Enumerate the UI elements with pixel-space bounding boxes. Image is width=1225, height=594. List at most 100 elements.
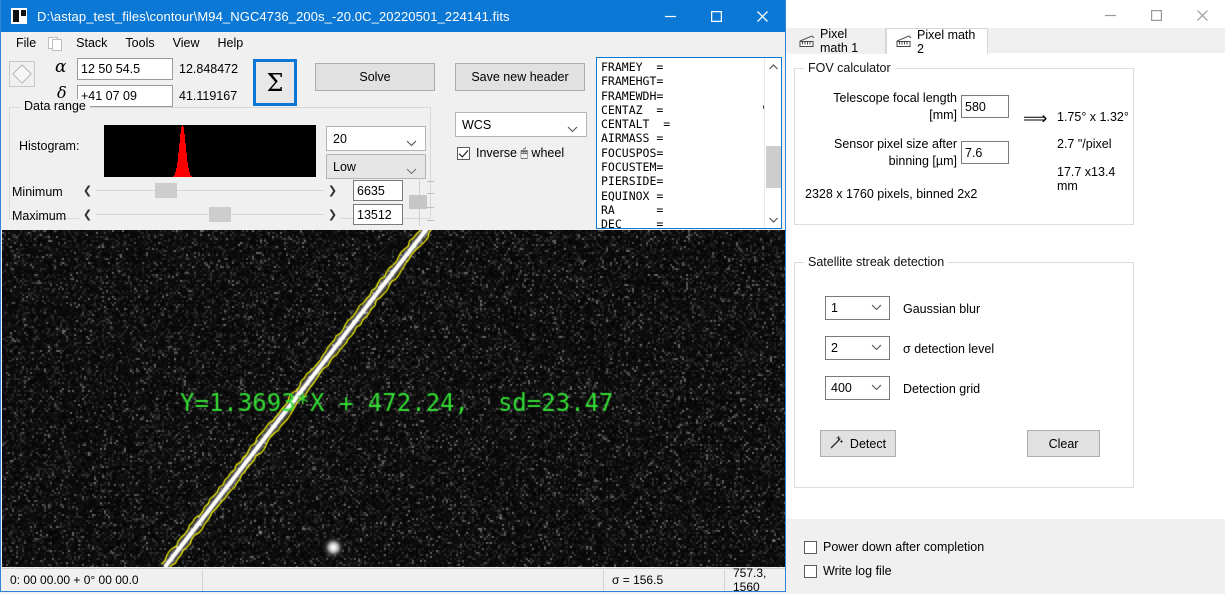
arrow-icon: ⟹ <box>1023 109 1048 128</box>
window-title: D:\astap_test_files\contour\M94_NGC4736_… <box>37 8 510 24</box>
menu-help[interactable]: Help <box>208 34 252 52</box>
toolbar-area: α 12.848472 δ 41.119167 Σ Solve Save new… <box>1 54 785 229</box>
fov-calculator-title: FOV calculator <box>804 61 895 75</box>
stretch-mode: Low <box>333 159 356 174</box>
fov-result: 1.75° x 1.32° <box>1057 110 1129 124</box>
histogram-display <box>104 125 316 177</box>
minimize-button[interactable] <box>647 0 693 32</box>
clear-button[interactable]: Clear <box>1027 430 1100 457</box>
power-down-checkbox-row[interactable]: Power down after completion <box>804 540 984 554</box>
panel-footer: Power down after completion Write log fi… <box>786 519 1225 592</box>
chevron-down-icon <box>871 344 882 351</box>
solve-button-label: Solve <box>359 70 391 84</box>
sigma-button[interactable]: Σ <box>253 59 297 106</box>
save-new-header-button[interactable]: Save new header <box>455 63 585 91</box>
maximum-slider-right-arrow[interactable]: ❯ <box>324 205 341 224</box>
minimum-slider[interactable]: ❮ ❯ <box>79 181 341 200</box>
ruler-icon <box>799 34 815 48</box>
stretch-value-combo[interactable]: 20 <box>326 126 426 151</box>
status-bar: 0: 00 00.00 + 0° 00 00.0 σ = 156.5 757.3… <box>2 566 785 594</box>
focal-length-label-line2: [mm] <box>929 108 957 122</box>
chevron-down-icon <box>871 384 882 391</box>
image-viewport[interactable] <box>2 230 785 567</box>
status-pixel-position: 757.3, 1560 <box>733 566 767 594</box>
tabstrip: Pixel math 1 Pixel math 2 <box>786 27 1225 56</box>
close-button[interactable] <box>739 0 785 32</box>
detection-grid-select[interactable]: 400 <box>825 376 890 400</box>
pixels-info: 2328 x 1760 pixels, binned 2x2 <box>805 187 978 201</box>
stretch-mode-combo[interactable]: Low <box>326 154 426 179</box>
ruler-icon <box>896 35 912 48</box>
dec-decimal: 41.119167 <box>179 89 238 103</box>
inverse-wheel-checkbox[interactable] <box>457 147 470 160</box>
fov-calculator-group: FOV calculator Telescope focal length [m… <box>794 61 1134 225</box>
maximize-button[interactable] <box>693 0 739 32</box>
chevron-down-icon <box>406 164 417 178</box>
minimum-slider-left-arrow[interactable]: ❮ <box>79 181 96 200</box>
maximum-slider[interactable]: ❮ ❯ <box>79 205 341 224</box>
stack-icon <box>47 36 65 51</box>
scroll-up-button[interactable] <box>765 58 781 75</box>
wand-icon <box>830 435 844 452</box>
maximum-label: Maximum <box>12 209 67 223</box>
menu-file[interactable]: File <box>7 34 45 52</box>
gaussian-blur-value: 1 <box>831 301 838 315</box>
detect-button-label: Detect <box>849 436 887 451</box>
minimum-input[interactable] <box>353 180 403 201</box>
dec-input[interactable] <box>77 85 173 107</box>
inverse-wheel-label: Inverse 🖱 wheel <box>476 146 565 160</box>
scroll-thumb[interactable] <box>766 146 781 188</box>
alpha-symbol: α <box>55 57 67 77</box>
tab-pixel-math-2[interactable]: Pixel math 2 <box>886 27 988 56</box>
maximum-slider-thumb[interactable] <box>209 207 231 222</box>
inverse-wheel-row[interactable]: Inverse 🖱 wheel <box>457 146 564 161</box>
power-down-label: Power down after completion <box>823 540 985 554</box>
sigma-button-label: Σ <box>266 68 284 97</box>
power-down-checkbox[interactable] <box>804 540 817 554</box>
write-log-checkbox[interactable] <box>804 564 817 578</box>
tab-label: Pixel math 2 <box>917 27 976 56</box>
right-close-button[interactable] <box>1179 0 1225 30</box>
chevron-down-icon <box>871 304 882 311</box>
solve-button[interactable]: Solve <box>315 63 435 91</box>
menu-tools[interactable]: Tools <box>116 34 163 52</box>
minimum-slider-thumb[interactable] <box>155 183 177 198</box>
write-log-checkbox-row[interactable]: Write log file <box>804 564 892 578</box>
wcs-combo[interactable]: WCS <box>455 112 587 137</box>
detect-button[interactable]: Detect <box>820 430 896 457</box>
maximum-input[interactable] <box>353 204 403 225</box>
fits-image-canvas[interactable] <box>2 230 785 567</box>
tab-pixel-math-1[interactable]: Pixel math 1 <box>790 27 886 55</box>
vslider-thumb[interactable] <box>409 195 427 209</box>
write-log-label: Write log file <box>823 564 892 578</box>
ra-input[interactable] <box>77 58 173 80</box>
menu-view[interactable]: View <box>164 34 209 52</box>
fits-header-text: FRAMEY = FRAMEHGT= FRAMEWDH= CENTAZ = '2… <box>601 60 781 229</box>
minimum-slider-right-arrow[interactable]: ❯ <box>324 181 341 200</box>
vslider-tick <box>427 207 434 208</box>
maximum-slider-left-arrow[interactable]: ❮ <box>79 205 96 224</box>
flip-button[interactable] <box>9 61 35 87</box>
data-range-title: Data range <box>20 99 90 113</box>
gamma-vertical-slider[interactable] <box>409 178 434 226</box>
sigma-detection-label: σ detection level <box>903 342 995 356</box>
menubar: File Stack Tools View Help <box>1 32 785 54</box>
scroll-down-button[interactable] <box>765 211 781 228</box>
menu-stack[interactable]: Stack <box>67 34 116 52</box>
right-maximize-button[interactable] <box>1133 0 1179 30</box>
diamond-icon <box>12 64 32 84</box>
focal-length-input[interactable] <box>961 95 1009 118</box>
astap-icon <box>11 8 27 24</box>
gaussian-blur-select[interactable]: 1 <box>825 296 890 320</box>
pixel-size-input[interactable] <box>961 141 1009 164</box>
fits-header-viewer[interactable]: FRAMEY = FRAMEHGT= FRAMEWDH= CENTAZ = '2… <box>596 57 782 229</box>
sigma-detection-select[interactable]: 2 <box>825 336 890 360</box>
right-window-titlebar <box>786 0 1225 30</box>
sensor-size-result: 17.7 x13.4 mm <box>1057 165 1116 193</box>
fits-header-scrollbar[interactable] <box>764 58 781 228</box>
right-minimize-button[interactable] <box>1087 0 1133 30</box>
focal-length-label-line1: Telescope focal length <box>833 91 957 105</box>
vslider-tick <box>427 193 434 194</box>
pixel-math-panel: Pixel math 1 Pixel math 2 FOV calculator… <box>785 0 1225 592</box>
pixel-scale-result: 2.7 "/pixel <box>1057 137 1112 151</box>
